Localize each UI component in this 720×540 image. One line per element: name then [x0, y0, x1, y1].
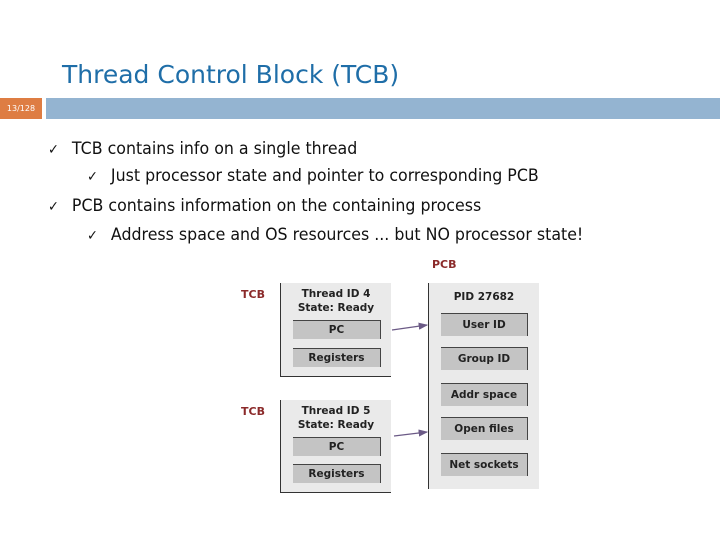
- tcb4-to-pcb-arrow: [391, 322, 429, 331]
- diagram-arrows: [391, 322, 429, 437]
- tcb5-to-pcb-arrow: [393, 429, 429, 437]
